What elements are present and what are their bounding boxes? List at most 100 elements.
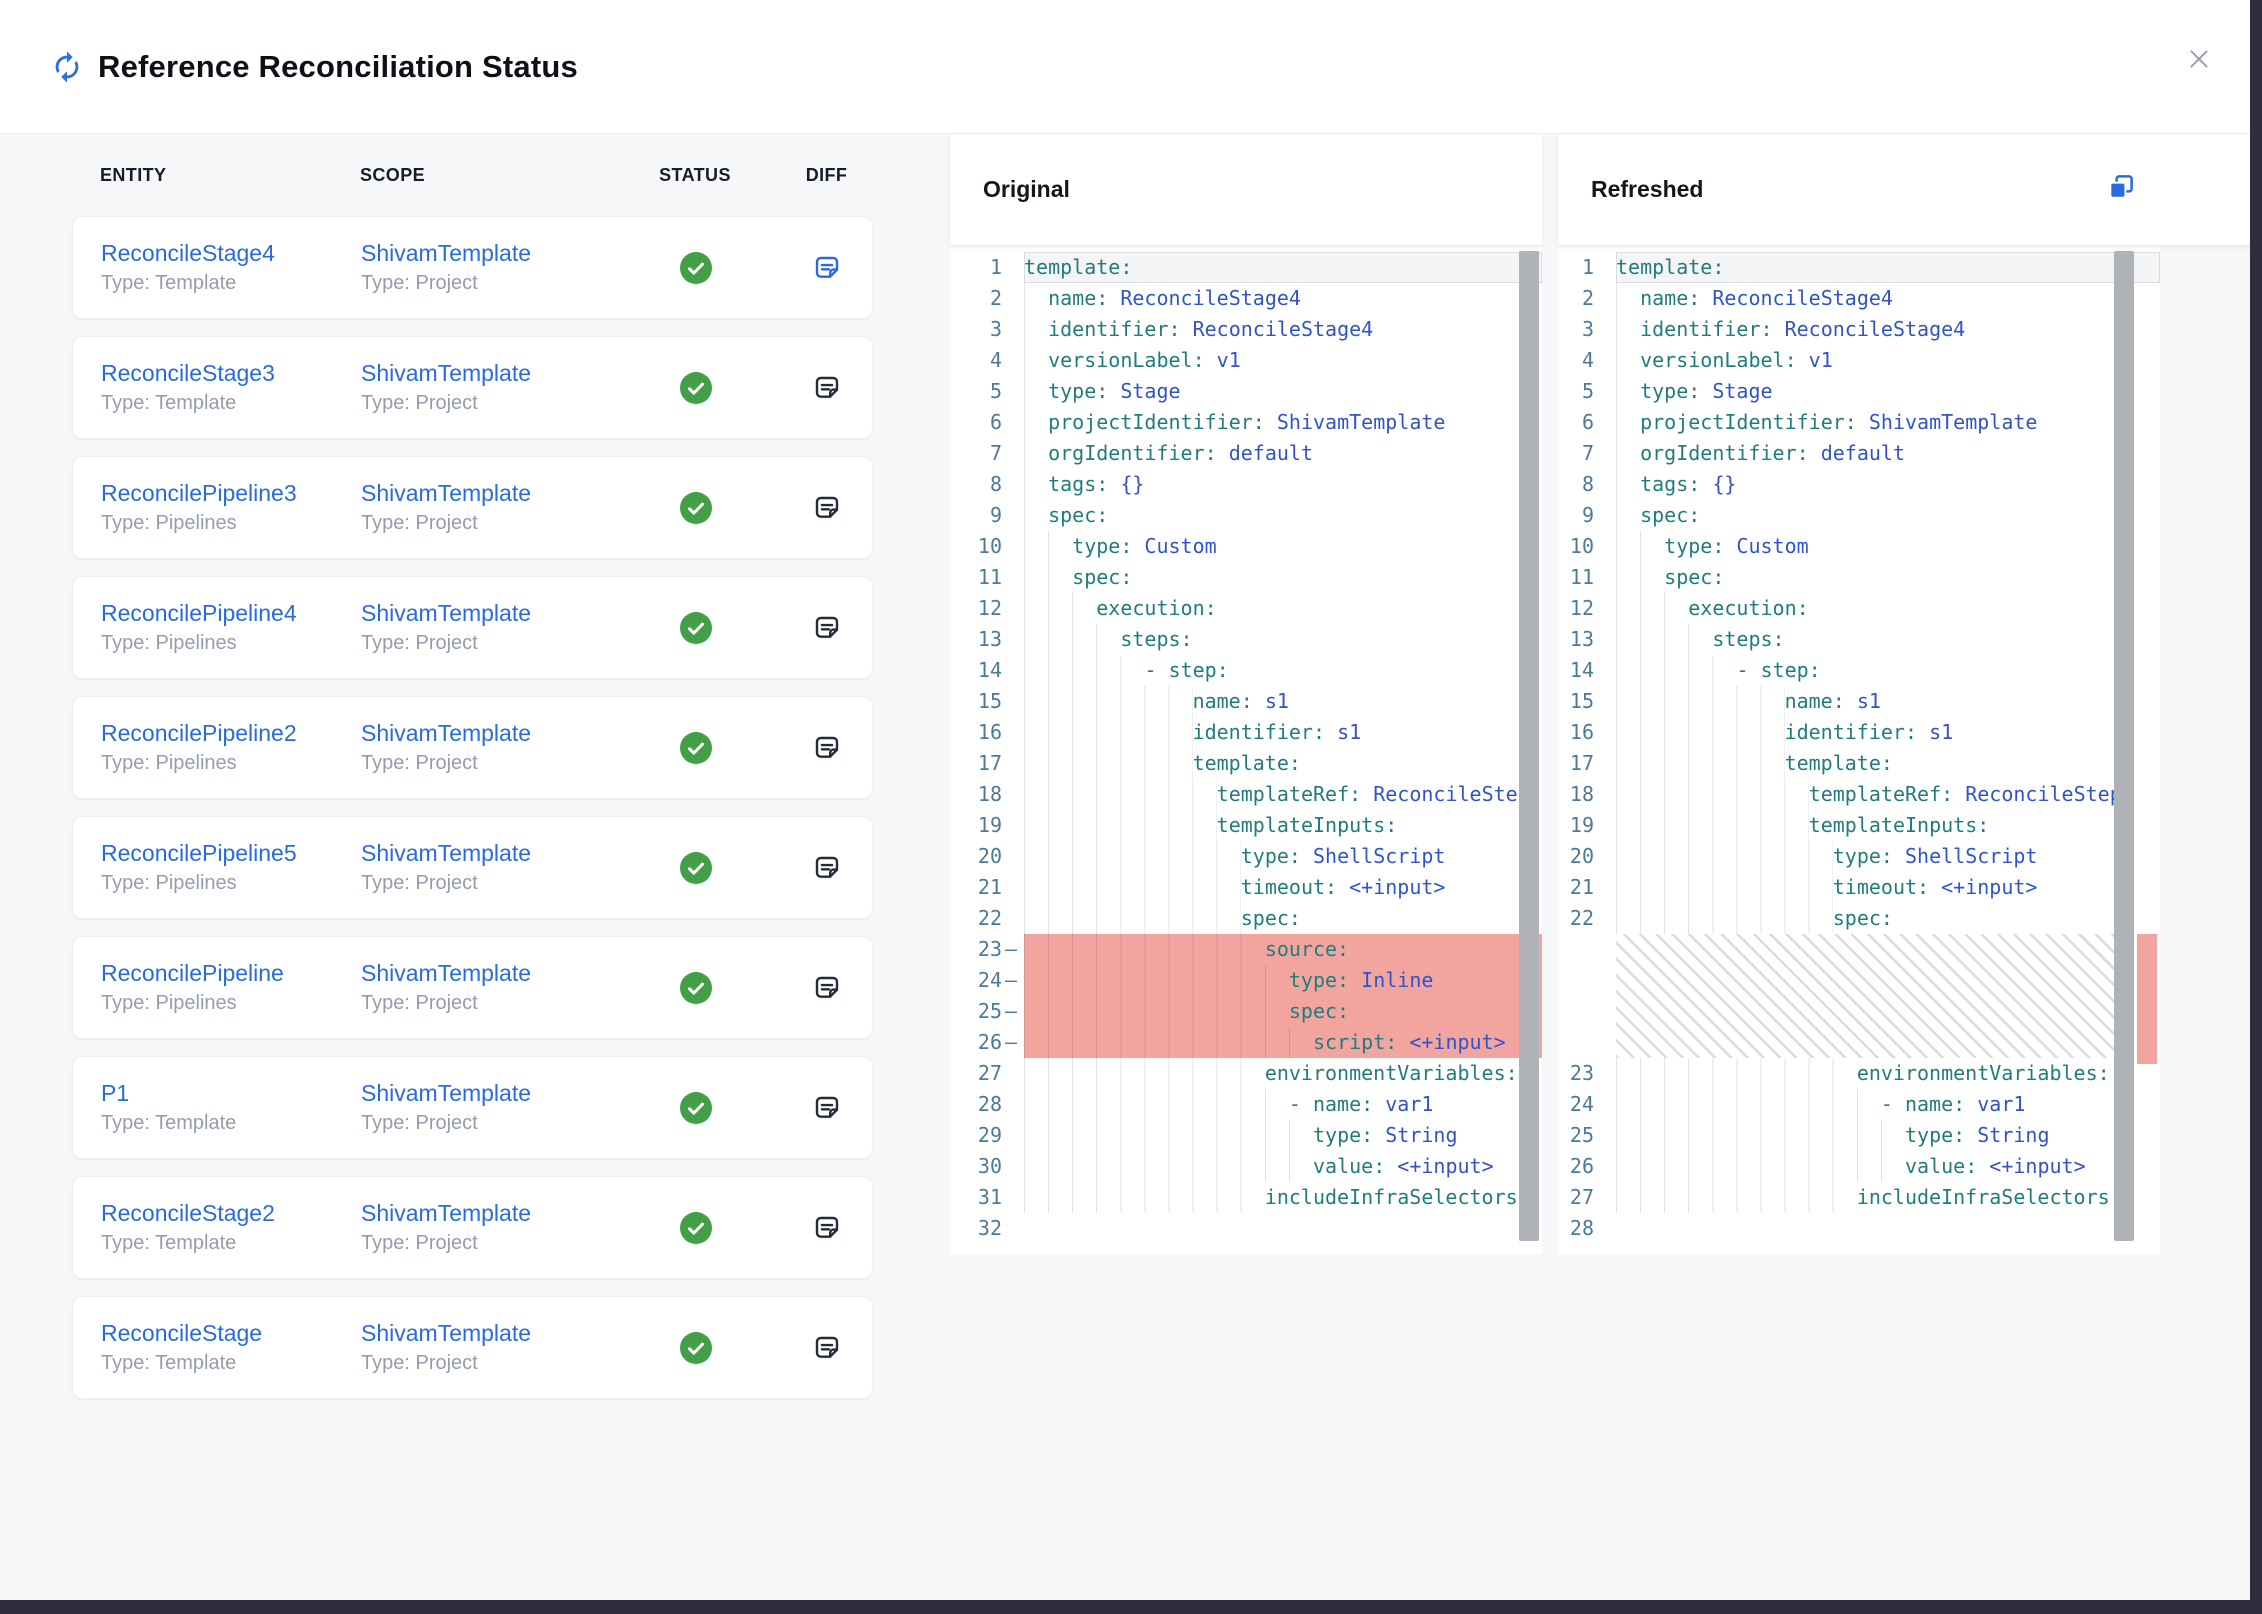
yaml-key: value:: [1905, 1154, 1977, 1178]
yaml-key: tags:: [1640, 472, 1700, 496]
table-row[interactable]: ReconcilePipeline3Type: PipelinesShivamT…: [72, 456, 873, 559]
scope-link[interactable]: ShivamTemplate: [361, 360, 611, 387]
refreshed-code-editor[interactable]: 1template:2name: ReconcileStage43identif…: [1558, 246, 2160, 1254]
code-line: 11spec:: [950, 562, 1542, 593]
code-line: 12execution:: [950, 593, 1542, 624]
original-vertical-scrollbar[interactable]: [1519, 251, 1539, 1241]
scope-type: Type: Project: [361, 272, 611, 295]
code-line: 26value: <+input>: [1558, 1151, 2160, 1182]
yaml-value: ShellScript: [1313, 844, 1445, 868]
line-number: 16: [950, 717, 1002, 748]
copy-button[interactable]: [2106, 172, 2136, 202]
line-number: 12: [1558, 593, 1594, 624]
code-line: 20type: ShellScript: [1558, 841, 2160, 872]
entity-type: Type: Template: [101, 392, 361, 415]
refreshed-vertical-scrollbar[interactable]: [2114, 251, 2134, 1241]
deleted-line-marker: [1594, 593, 1616, 624]
yaml-key: spec:: [1048, 503, 1108, 527]
deleted-line-marker: [1002, 1213, 1024, 1244]
deleted-line-marker: [1594, 438, 1616, 469]
yaml-value: var1: [1385, 1092, 1433, 1116]
entity-link[interactable]: ReconcileStage4: [101, 240, 361, 267]
scope-link[interactable]: ShivamTemplate: [361, 1080, 611, 1107]
deleted-line-marker: [1002, 438, 1024, 469]
yaml-key: source:: [1265, 937, 1349, 961]
deleted-line-marker: [1002, 562, 1024, 593]
deleted-line-marker: [1594, 531, 1616, 562]
yaml-key: timeout:: [1833, 875, 1929, 899]
close-button[interactable]: [2182, 42, 2216, 76]
line-number: 25: [1558, 1120, 1594, 1151]
scope-type: Type: Project: [361, 752, 611, 775]
diff-button[interactable]: [811, 492, 843, 524]
diff-button[interactable]: [811, 972, 843, 1004]
table-row[interactable]: ReconcileStageType: TemplateShivamTempla…: [72, 1296, 873, 1399]
table-row[interactable]: ReconcilePipeline5Type: PipelinesShivamT…: [72, 816, 873, 919]
line-number: 15: [950, 686, 1002, 717]
scope-link[interactable]: ShivamTemplate: [361, 1200, 611, 1227]
yaml-value: ReconcileStep: [1373, 782, 1530, 806]
line-number: 14: [1558, 655, 1594, 686]
yaml-value: Custom: [1144, 534, 1216, 558]
table-row[interactable]: ReconcilePipeline4Type: PipelinesShivamT…: [72, 576, 873, 679]
yaml-key: templateInputs:: [1217, 813, 1398, 837]
yaml-key: execution:: [1096, 596, 1216, 620]
check-circle-icon: [680, 252, 712, 284]
diff-button[interactable]: [811, 1212, 843, 1244]
diff-button[interactable]: [811, 732, 843, 764]
deleted-line-marker: [1002, 376, 1024, 407]
column-header-scope: SCOPE: [360, 165, 610, 186]
table-row[interactable]: ReconcileStage2Type: TemplateShivamTempl…: [72, 1176, 873, 1279]
diff-button[interactable]: [811, 1332, 843, 1364]
original-code-editor[interactable]: 1template:2name: ReconcileStage43identif…: [950, 246, 1542, 1254]
scope-link[interactable]: ShivamTemplate: [361, 1320, 611, 1347]
yaml-key: type:: [1664, 534, 1724, 558]
scope-link[interactable]: ShivamTemplate: [361, 840, 611, 867]
table-row[interactable]: ReconcileStage3 Type: TemplateShivamTempl…: [72, 336, 873, 439]
entity-link[interactable]: ReconcilePipeline4: [101, 600, 361, 627]
deleted-line-marker: [1594, 345, 1616, 376]
scope-link[interactable]: ShivamTemplate: [361, 240, 611, 267]
yaml-key: templateRef:: [1217, 782, 1362, 806]
code-line: 6projectIdentifier: ShivamTemplate: [950, 407, 1542, 438]
yaml-value: Inline: [1361, 968, 1433, 992]
table-row[interactable]: ReconcilePipelineType: PipelinesShivamTe…: [72, 936, 873, 1039]
line-number: 32: [950, 1213, 1002, 1244]
scope-link[interactable]: ShivamTemplate: [361, 480, 611, 507]
entity-link[interactable]: ReconcileStage: [101, 1320, 361, 1347]
table-row[interactable]: P1Type: TemplateShivamTemplateType: Proj…: [72, 1056, 873, 1159]
yaml-key: environmentVariables:: [1265, 1061, 1518, 1085]
diff-button[interactable]: [811, 852, 843, 884]
scope-link[interactable]: ShivamTemplate: [361, 960, 611, 987]
yaml-key: template:: [1024, 255, 1132, 279]
diff-button[interactable]: [811, 372, 843, 404]
entity-link[interactable]: ReconcilePipeline3: [101, 480, 361, 507]
entity-link[interactable]: P1: [101, 1080, 361, 1107]
code-line: 13steps:: [1558, 624, 2160, 655]
table-row[interactable]: ReconcileStage4Type: TemplateShivamTempl…: [72, 216, 873, 319]
code-line: 16identifier: s1: [1558, 717, 2160, 748]
deleted-line-marker: [1594, 872, 1616, 903]
yaml-value: default: [1821, 441, 1905, 465]
code-line: 9spec:: [1558, 500, 2160, 531]
yaml-value: String: [1977, 1123, 2049, 1147]
diff-button[interactable]: [811, 252, 843, 284]
line-number: 16: [1558, 717, 1594, 748]
deleted-line-marker: [1594, 655, 1616, 686]
scope-link[interactable]: ShivamTemplate: [361, 720, 611, 747]
table-row[interactable]: ReconcilePipeline2Type: PipelinesShivamT…: [72, 696, 873, 799]
check-circle-icon: [680, 1212, 712, 1244]
diff-button[interactable]: [811, 612, 843, 644]
scope-type: Type: Project: [361, 872, 611, 895]
entity-link[interactable]: ReconcilePipeline2: [101, 720, 361, 747]
collapsed-deleted-region: [1616, 934, 2134, 1058]
diff-button[interactable]: [811, 1092, 843, 1124]
yaml-key: identifier:: [1193, 720, 1325, 744]
entity-link[interactable]: ReconcileStage3: [101, 360, 361, 387]
entity-link[interactable]: ReconcilePipeline5: [101, 840, 361, 867]
line-number: 18: [950, 779, 1002, 810]
scope-link[interactable]: ShivamTemplate: [361, 600, 611, 627]
entity-link[interactable]: ReconcileStage2: [101, 1200, 361, 1227]
entity-link[interactable]: ReconcilePipeline: [101, 960, 361, 987]
deleted-line-marker: [1002, 1120, 1024, 1151]
